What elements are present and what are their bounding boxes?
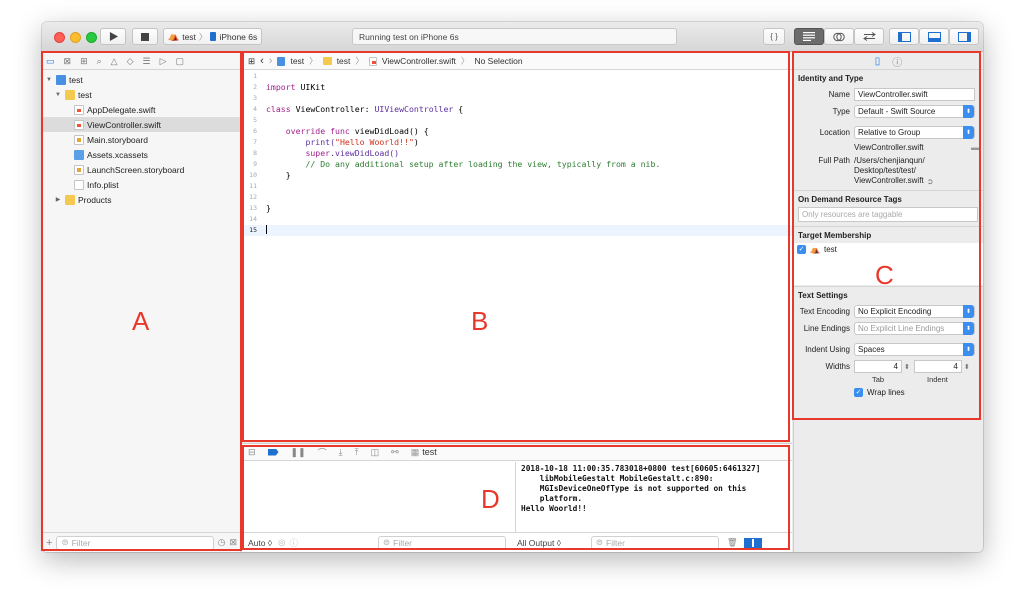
close-window-button[interactable] <box>54 32 65 43</box>
play-icon <box>109 32 118 41</box>
align-left-icon <box>803 32 815 41</box>
toggle-inspector-button[interactable] <box>949 28 979 45</box>
scheme-target-label: test <box>182 31 196 42</box>
annotation-box-d <box>242 445 790 550</box>
arrows-left-right-icon <box>862 32 876 41</box>
activity-status: Running test on iPhone 6s <box>359 31 459 42</box>
annotation-box-c <box>792 51 981 420</box>
debug-panel-icon <box>927 31 941 42</box>
scheme-device-label: iPhone 6s <box>219 31 258 42</box>
library-button[interactable]: { } <box>763 28 785 45</box>
code-braces-icon: { } <box>770 32 778 41</box>
version-editor-button[interactable] <box>854 28 884 45</box>
toggle-debug-area-button[interactable] <box>919 28 949 45</box>
toolbar: ⛺ test 〉 iPhone 6s Running test on iPhon… <box>42 22 983 52</box>
navigator-panel-icon <box>897 31 911 42</box>
assistant-editor-button[interactable] <box>824 28 854 45</box>
annotation-label-b: B <box>471 306 489 336</box>
minimize-window-button[interactable] <box>70 32 81 43</box>
inspector-panel-icon <box>957 31 971 42</box>
annotation-label-a: A <box>132 306 150 336</box>
stop-icon <box>141 32 149 41</box>
annotation-box-b <box>242 51 790 442</box>
stop-button[interactable] <box>132 28 158 45</box>
app-target-icon: ⛺ <box>168 31 180 41</box>
scheme-selector[interactable]: ⛺ test 〉 iPhone 6s <box>163 28 263 45</box>
annotation-label-d: D <box>481 484 500 514</box>
device-icon <box>210 32 217 41</box>
assistant-rings-icon <box>833 32 845 41</box>
toggle-navigator-button[interactable] <box>889 28 919 45</box>
zoom-window-button[interactable] <box>86 32 97 43</box>
activity-viewer: Running test on iPhone 6s <box>352 28 677 45</box>
annotation-label-c: C <box>875 260 894 290</box>
chevron-right-icon: 〉 <box>198 31 208 42</box>
annotation-box-a <box>41 51 242 551</box>
standard-editor-button[interactable] <box>794 28 824 45</box>
run-button[interactable] <box>100 28 126 45</box>
